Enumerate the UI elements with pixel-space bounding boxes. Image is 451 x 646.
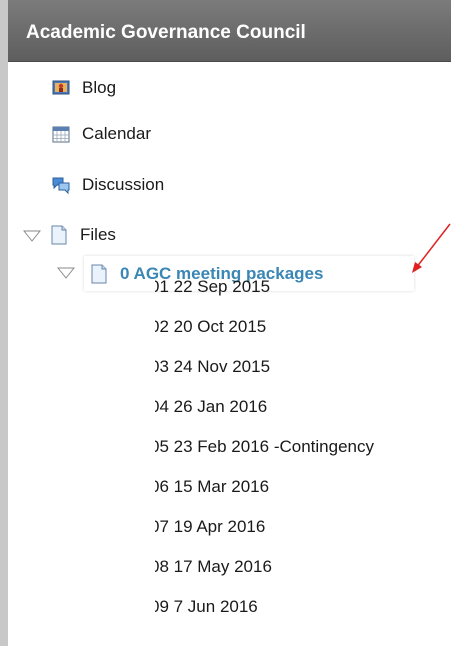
file-label: 07 19 Apr 2016 bbox=[155, 517, 266, 536]
list-item[interactable]: 09 7 Jun 2016 bbox=[155, 592, 258, 622]
nav-item-calendar[interactable]: Calendar bbox=[52, 119, 151, 149]
list-item[interactable]: 03 24 Nov 2015 bbox=[155, 352, 270, 382]
blog-icon bbox=[52, 78, 70, 98]
list-item[interactable]: 08 17 May 2016 bbox=[155, 552, 272, 582]
discussion-icon bbox=[52, 175, 70, 195]
list-item[interactable]: 01 22 Sep 2015 bbox=[155, 272, 270, 302]
file-label: 04 26 Jan 2016 bbox=[155, 397, 268, 416]
list-item[interactable]: 05 23 Feb 2016 -Contingency bbox=[155, 432, 374, 462]
file-icon bbox=[50, 225, 68, 245]
list-item[interactable]: 02 20 Oct 2015 bbox=[155, 312, 266, 342]
file-label: 08 17 May 2016 bbox=[155, 557, 272, 576]
collapse-toggle-icon[interactable] bbox=[57, 266, 75, 280]
list-item[interactable]: 07 19 Apr 2016 bbox=[155, 512, 265, 542]
list-item[interactable]: 06 15 Mar 2016 bbox=[155, 472, 269, 502]
nav-item-label: Blog bbox=[82, 78, 117, 97]
nav-item-label: Calendar bbox=[82, 124, 151, 143]
file-label: 02 20 Oct 2015 bbox=[155, 317, 267, 336]
nav-item-label: Files bbox=[80, 225, 116, 244]
nav-item-files[interactable]: Files bbox=[50, 220, 116, 250]
nav-item-blog[interactable]: Blog bbox=[52, 73, 116, 103]
file-label: 03 24 Nov 2015 bbox=[155, 357, 271, 376]
nav-item-label: Discussion bbox=[82, 175, 165, 194]
file-label: 06 15 Mar 2016 bbox=[155, 477, 270, 496]
calendar-icon bbox=[52, 124, 70, 144]
collapse-toggle-icon[interactable] bbox=[23, 229, 41, 243]
file-icon bbox=[90, 264, 108, 284]
file-label: 05 23 Feb 2016 -Contingency bbox=[155, 437, 374, 456]
nav-item-discussion[interactable]: Discussion bbox=[52, 170, 164, 200]
file-label: 09 7 Jun 2016 bbox=[155, 597, 258, 616]
list-item[interactable]: 04 26 Jan 2016 bbox=[155, 392, 267, 422]
file-label: 01 22 Sep 2015 bbox=[155, 277, 271, 296]
file-list: 01 22 Sep 2015 02 20 Oct 2015 03 24 Nov … bbox=[155, 0, 451, 646]
left-border bbox=[0, 0, 8, 646]
